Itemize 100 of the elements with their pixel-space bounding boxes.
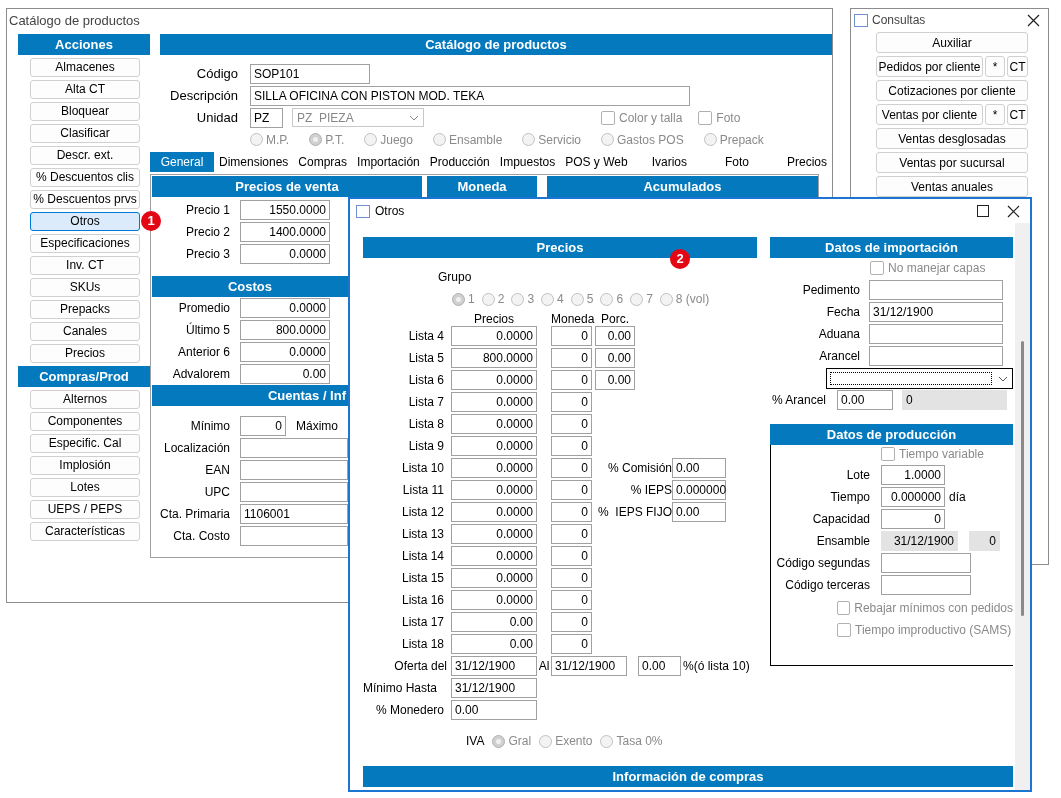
query-button[interactable]: Auxiliar	[876, 32, 1028, 53]
text-field[interactable]: 0.00	[837, 390, 893, 410]
text-field[interactable]: 0.00	[451, 634, 537, 654]
tab[interactable]: General	[150, 152, 214, 172]
radio-option[interactable]: P.T.	[309, 130, 345, 149]
radio-option[interactable]: Prepack	[703, 130, 764, 149]
radio-option[interactable]: 6	[600, 290, 624, 308]
checkbox[interactable]: Color y talla	[601, 108, 683, 127]
query-button[interactable]: Pedidos por cliente	[876, 56, 983, 77]
scrollbar[interactable]	[1015, 223, 1030, 790]
text-field[interactable]: 0	[551, 568, 592, 588]
text-field[interactable]: 0.00	[672, 458, 726, 478]
radio-option[interactable]: M.P.	[250, 130, 290, 149]
text-field[interactable]: 0.0000	[451, 590, 537, 610]
text-field[interactable]: 0	[551, 326, 592, 346]
text-field[interactable]: 0.00	[451, 612, 537, 632]
text-field[interactable]: 0.0000	[451, 326, 537, 346]
text-field[interactable]: 0	[551, 502, 592, 522]
tab[interactable]: Producción	[424, 152, 495, 172]
text-field[interactable]: 0	[551, 370, 592, 390]
text-field[interactable]: 0.000000	[881, 487, 945, 507]
tab[interactable]: Precios	[782, 152, 832, 172]
text-field[interactable]: 0.00	[595, 326, 635, 346]
text-field[interactable]: 0.00	[672, 502, 726, 522]
text-field[interactable]: 0.0000	[240, 243, 330, 264]
text-field[interactable]: 0.00	[638, 656, 681, 676]
text-field[interactable]	[881, 575, 971, 595]
sidebar-button[interactable]: Canales	[30, 322, 140, 341]
radio-option[interactable]: Ensamble	[432, 130, 503, 149]
sidebar-button[interactable]: Lotes	[30, 478, 140, 497]
text-field[interactable]: 0.00	[240, 363, 330, 384]
text-field[interactable]: 0.000000	[672, 480, 726, 500]
text-field[interactable]: 1550.0000	[240, 199, 330, 220]
radio-option[interactable]: Gral	[492, 732, 532, 750]
query-option-button[interactable]: *	[985, 56, 1005, 77]
sidebar-button[interactable]: Clasificar	[30, 124, 140, 143]
text-field[interactable]: PZ	[250, 107, 283, 128]
text-field[interactable]: 0.00	[595, 370, 635, 390]
text-field[interactable]: 1400.0000	[240, 221, 330, 242]
radio-option[interactable]: 4	[541, 290, 564, 308]
radio-option[interactable]: Tasa 0%	[600, 732, 663, 750]
text-field[interactable]	[869, 346, 1003, 366]
close-icon[interactable]	[1007, 204, 1020, 218]
sidebar-button[interactable]: Especific. Cal	[30, 434, 140, 453]
sidebar-button[interactable]: Otros	[30, 212, 140, 231]
query-option-button[interactable]: *	[985, 104, 1005, 125]
sidebar-button[interactable]: % Descuentos clis	[30, 168, 140, 187]
text-field[interactable]	[240, 525, 348, 546]
sidebar-button[interactable]: Bloquear	[30, 102, 140, 121]
radio-option[interactable]: Gastos POS	[601, 130, 684, 149]
query-button[interactable]: Ventas por cliente	[876, 104, 983, 125]
tab[interactable]: Ivarios	[646, 152, 692, 172]
text-field[interactable]	[869, 280, 1003, 300]
sidebar-button[interactable]: Componentes	[30, 412, 140, 431]
text-field[interactable]: 0.0000	[451, 436, 537, 456]
text-field[interactable]: 0.0000	[451, 458, 537, 478]
checkbox[interactable]: Tiempo improductivo (SAMS)	[837, 622, 1013, 638]
checkbox[interactable]: No manejar capas	[870, 260, 1013, 276]
tab[interactable]: Foto	[719, 152, 754, 172]
sidebar-button[interactable]: Implosión	[30, 456, 140, 475]
maximize-icon[interactable]	[977, 205, 989, 217]
unit-dropdown[interactable]: PZ PIEZA	[292, 108, 424, 127]
radio-option[interactable]: 3	[511, 290, 535, 308]
sidebar-button[interactable]: % Descuentos prvs	[30, 190, 140, 209]
checkbox[interactable]: Rebajar mínimos con pedidos	[837, 600, 1013, 616]
text-field[interactable]: 0	[551, 436, 592, 456]
text-field[interactable]: 0.0000	[451, 370, 537, 390]
text-field[interactable]: SOP101	[250, 63, 370, 84]
tab[interactable]: Importación	[352, 152, 425, 172]
text-field[interactable]: 0	[551, 634, 592, 654]
checkbox[interactable]: Tiempo variable	[881, 445, 1013, 462]
query-button[interactable]: Ventas anuales	[876, 176, 1028, 197]
query-button[interactable]: Ventas por sucursal	[876, 152, 1028, 173]
text-field[interactable]: 1106001	[240, 503, 348, 524]
text-field[interactable]	[240, 481, 348, 502]
text-field[interactable]	[240, 459, 348, 480]
sidebar-button[interactable]: SKUs	[30, 278, 140, 297]
query-option-button[interactable]: CT	[1007, 56, 1028, 77]
sidebar-button[interactable]: Prepacks	[30, 300, 140, 319]
text-field[interactable]: 31/12/1900	[869, 302, 1003, 322]
text-field[interactable]: 0.0000	[451, 502, 537, 522]
text-field[interactable]	[240, 437, 348, 458]
sidebar-button[interactable]: Especificaciones	[30, 234, 140, 253]
radio-option[interactable]: Juego	[364, 130, 413, 149]
text-field[interactable]: 31/12/1900	[551, 656, 627, 676]
checkbox[interactable]: Foto	[698, 108, 741, 127]
close-icon[interactable]	[1027, 13, 1040, 27]
text-field[interactable]: 0.00	[451, 700, 537, 720]
sidebar-button[interactable]: Almacenes	[30, 58, 140, 77]
query-button[interactable]: Ventas desglosadas	[876, 128, 1028, 149]
sidebar-button[interactable]: Inv. CT	[30, 256, 140, 275]
text-field[interactable]: 0	[551, 414, 592, 434]
text-field[interactable]: 0.0000	[451, 414, 537, 434]
tab[interactable]: Impuestos	[494, 152, 561, 172]
radio-option[interactable]: Servicio	[522, 130, 581, 149]
text-field[interactable]	[869, 324, 1003, 344]
tab[interactable]: Compras	[293, 152, 353, 172]
text-field[interactable]: 31/12/1900	[451, 678, 537, 698]
text-field[interactable]: 0	[551, 348, 592, 368]
sidebar-button[interactable]: Descr. ext.	[30, 146, 140, 165]
